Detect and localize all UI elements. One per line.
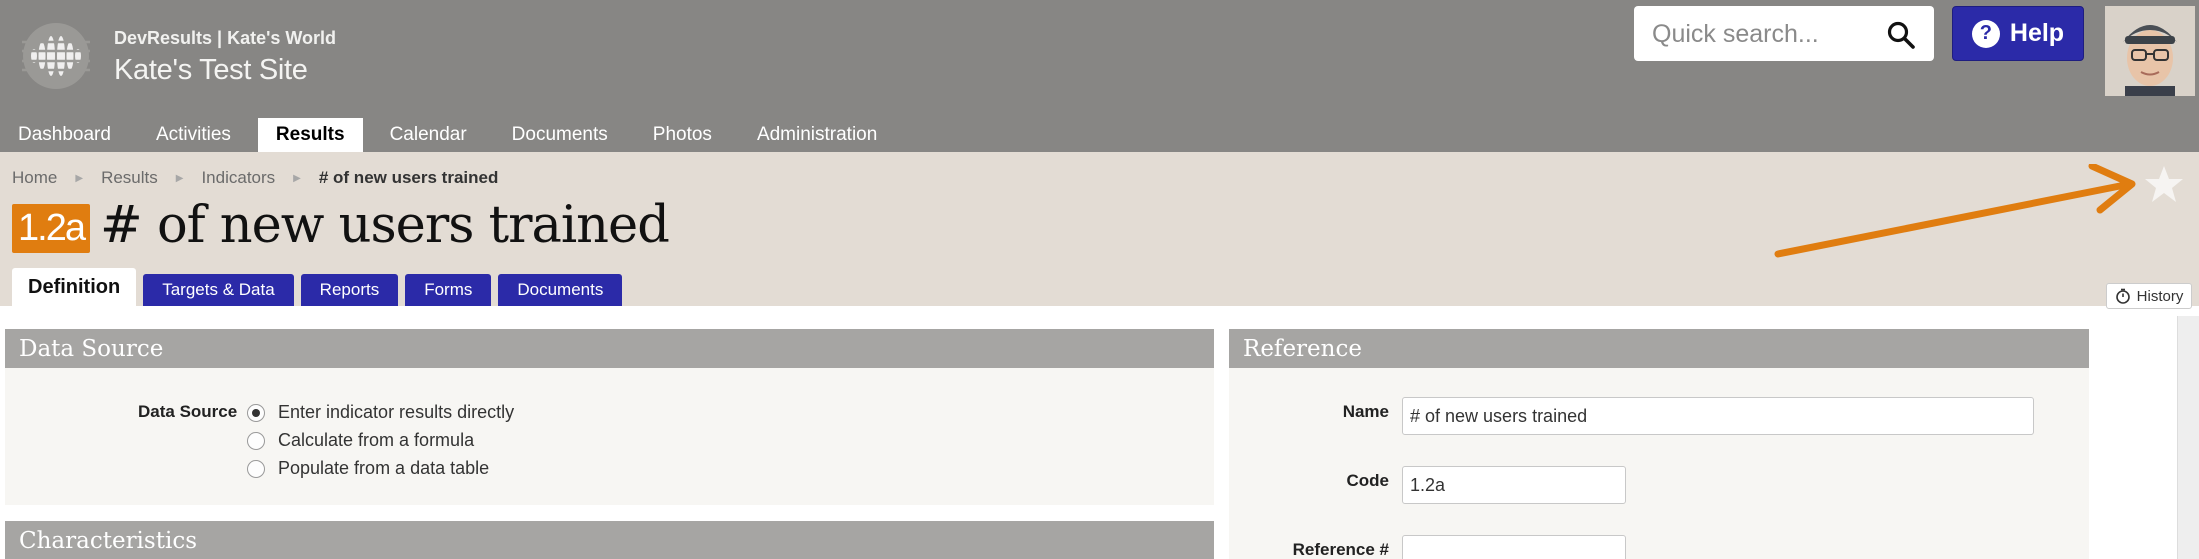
breadcrumb: Home ▶ Results ▶ Indicators ▶ # of new u… xyxy=(12,168,498,188)
nav-item-dashboard[interactable]: Dashboard xyxy=(0,118,129,152)
devresults-logo-icon[interactable] xyxy=(22,22,90,90)
site-title[interactable]: Kate's Test Site xyxy=(114,54,308,87)
user-avatar[interactable] xyxy=(2105,6,2195,96)
radio-label: Calculate from a formula xyxy=(278,430,475,450)
reference-number-field[interactable] xyxy=(1402,535,1626,559)
nav-item-administration[interactable]: Administration xyxy=(739,118,895,152)
reference-heading: Reference xyxy=(1229,329,2089,368)
help-label: Help xyxy=(2009,19,2065,47)
indicator-code-badge: 1.2a xyxy=(12,204,90,253)
data-source-panel: Data Source Data Source Enter indicator … xyxy=(5,329,1214,505)
search-icon[interactable] xyxy=(1886,20,1916,50)
data-source-label: Data Source xyxy=(138,402,238,421)
reference-panel: Reference Name Code Reference # xyxy=(1229,329,2089,559)
breadcrumb-results[interactable]: Results xyxy=(101,168,158,188)
history-label: History xyxy=(2136,287,2184,305)
characteristics-panel: Characteristics xyxy=(5,521,1214,559)
nav-item-documents[interactable]: Documents xyxy=(494,118,626,152)
breadcrumb-current: # of new users trained xyxy=(318,168,499,187)
radio-unselected-icon[interactable] xyxy=(247,459,265,478)
help-button[interactable]: ? Help xyxy=(1952,6,2084,61)
breadcrumb-indicators[interactable]: Indicators xyxy=(201,168,275,188)
data-source-heading: Data Source xyxy=(5,329,1214,368)
radio-label: Enter indicator results directly xyxy=(278,402,515,422)
radio-label: Populate from a data table xyxy=(278,458,490,478)
app-header: DevResults | Kate's World Kate's Test Si… xyxy=(0,0,2199,152)
breadcrumb-home[interactable]: Home xyxy=(12,168,57,188)
avatar-image xyxy=(2105,6,2195,96)
scroll-track[interactable] xyxy=(2177,316,2199,559)
tab-documents[interactable]: Documents xyxy=(498,274,623,306)
nav-item-photos[interactable]: Photos xyxy=(635,118,730,152)
main-nav: Dashboard Activities Results Calendar Do… xyxy=(0,118,904,152)
radio-enter-directly[interactable]: Enter indicator results directly xyxy=(247,402,514,423)
tab-targets-data[interactable]: Targets & Data xyxy=(143,274,294,306)
history-clock-icon xyxy=(2115,288,2130,304)
name-field[interactable] xyxy=(1402,397,2034,435)
code-field[interactable] xyxy=(1402,466,1626,504)
indicator-tabs: Definition Targets & Data Reports Forms … xyxy=(12,268,629,306)
reference-number-label: Reference # xyxy=(1292,540,1389,559)
breadcrumb-separator-icon: ▶ xyxy=(75,172,84,184)
quick-search xyxy=(1634,6,1934,61)
radio-unselected-icon[interactable] xyxy=(247,431,265,450)
search-input[interactable] xyxy=(1652,18,1882,50)
breadcrumb-separator-icon: ▶ xyxy=(293,172,301,184)
org-name: DevResults | Kate's World xyxy=(114,28,337,48)
code-label: Code xyxy=(1346,471,1390,490)
nav-item-activities[interactable]: Activities xyxy=(138,118,249,152)
breadcrumb-separator-icon: ▶ xyxy=(175,172,184,184)
indicator-header: Home ▶ Results ▶ Indicators ▶ # of new u… xyxy=(0,152,2199,306)
page-title: # of new users trained xyxy=(100,196,670,255)
name-label: Name xyxy=(1342,402,1389,421)
radio-calculate-formula[interactable]: Calculate from a formula xyxy=(247,430,474,451)
favorite-star-icon[interactable] xyxy=(2144,164,2184,204)
tab-reports[interactable]: Reports xyxy=(300,274,399,306)
radio-selected-icon[interactable] xyxy=(247,403,265,422)
radio-populate-table[interactable]: Populate from a data table xyxy=(247,458,489,479)
characteristics-heading: Characteristics xyxy=(5,521,1214,559)
history-button[interactable]: History xyxy=(2106,283,2192,309)
tab-definition[interactable]: Definition xyxy=(12,268,137,306)
nav-item-results[interactable]: Results xyxy=(257,118,363,152)
tab-forms[interactable]: Forms xyxy=(405,274,492,306)
question-circle-icon: ? xyxy=(1971,19,2000,48)
nav-item-calendar[interactable]: Calendar xyxy=(372,118,485,152)
